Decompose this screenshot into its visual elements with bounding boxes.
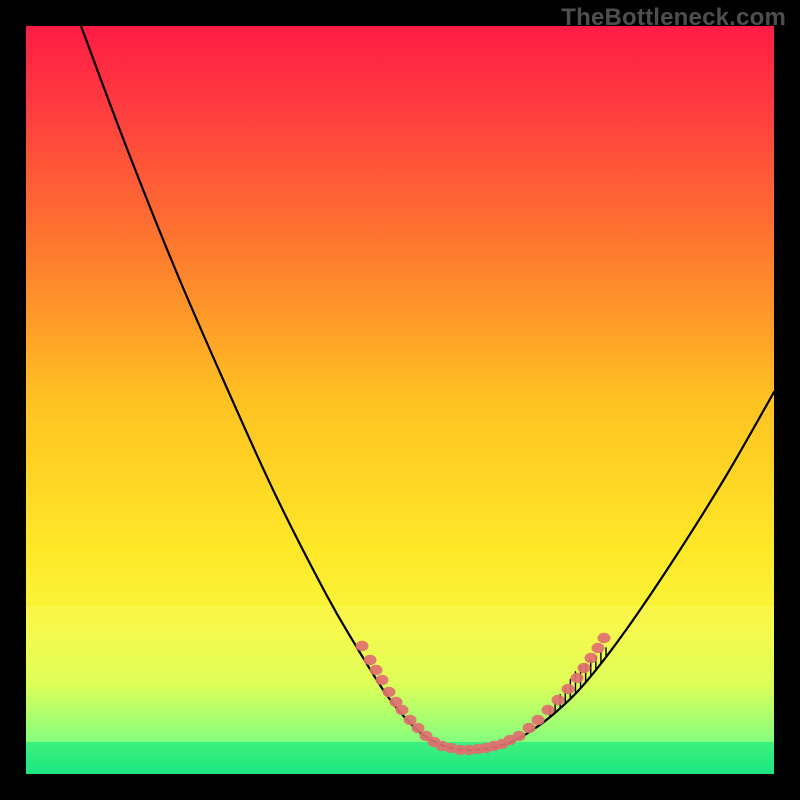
data-dot (396, 705, 409, 715)
data-dot (552, 695, 565, 705)
data-dot (542, 705, 555, 715)
data-dot (364, 655, 377, 665)
watermark-text: TheBottleneck.com (561, 4, 786, 32)
data-dot (356, 641, 369, 651)
data-dot (592, 643, 605, 653)
data-dot (562, 684, 575, 694)
data-dot (585, 653, 598, 663)
data-dot (571, 673, 584, 683)
chart-frame (26, 26, 774, 774)
data-dot (513, 731, 526, 741)
data-dot (578, 663, 591, 673)
data-dot (383, 687, 396, 697)
data-dot (598, 633, 611, 643)
bottleneck-chart (26, 26, 774, 774)
data-dot (523, 723, 536, 733)
data-dot (376, 675, 389, 685)
data-dot (370, 665, 383, 675)
data-dot (532, 715, 545, 725)
